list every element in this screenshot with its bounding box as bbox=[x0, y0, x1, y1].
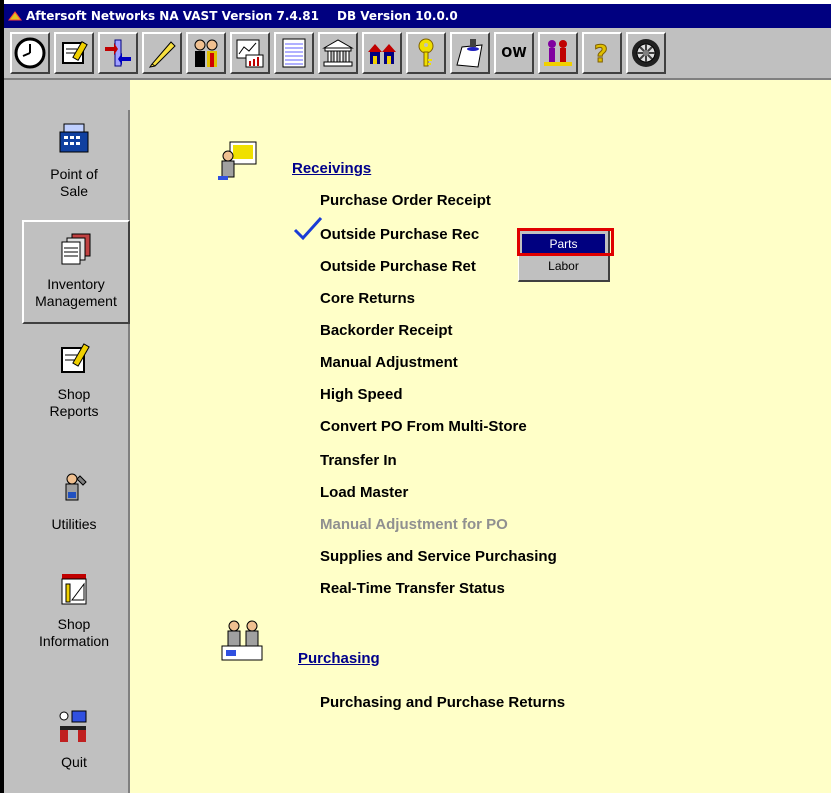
ow-label: OW bbox=[501, 45, 527, 61]
sidebar-label-line2: Information bbox=[38, 633, 110, 649]
app-title: Aftersoft Networks NA VAST Version 7.4.8… bbox=[26, 9, 319, 23]
mechanic-tools-icon bbox=[65, 473, 87, 501]
key-icon bbox=[418, 38, 434, 67]
menu-purchase-order-receipt[interactable]: Purchase Order Receipt bbox=[320, 192, 491, 209]
menu-manual-adjustment-for-po: Manual Adjustment for PO bbox=[320, 516, 508, 533]
people-group-icon bbox=[194, 39, 218, 67]
exit-door-icon bbox=[59, 710, 87, 742]
reports-button[interactable] bbox=[230, 32, 270, 74]
edit-button[interactable] bbox=[142, 32, 182, 74]
sidebar-item-utilities[interactable]: Utilities bbox=[20, 472, 128, 533]
sidebar-item-shop-reports[interactable]: Shop Reports bbox=[20, 342, 128, 420]
report-chart-icon bbox=[236, 39, 264, 68]
menu-outside-purchase-receipt[interactable]: Outside Purchase Rec bbox=[320, 226, 479, 243]
purchasing-section-title[interactable]: Purchasing bbox=[298, 650, 380, 667]
app-icon bbox=[8, 11, 22, 21]
sidebar-label-line2: Management bbox=[35, 293, 117, 309]
menu-core-returns[interactable]: Core Returns bbox=[320, 290, 415, 307]
ow-button[interactable]: OW bbox=[494, 32, 534, 74]
menu-real-time-transfer-status[interactable]: Real-Time Transfer Status bbox=[320, 580, 505, 597]
notepad-pencil-icon bbox=[61, 343, 90, 373]
menu-load-master[interactable]: Load Master bbox=[320, 484, 408, 501]
vast-window: Aftersoft Networks NA VAST Version 7.4.8… bbox=[0, 0, 831, 793]
sidebar-label-line1: Quit bbox=[61, 754, 87, 770]
clock-icon bbox=[14, 37, 46, 69]
security-button[interactable] bbox=[406, 32, 446, 74]
sidebar-item-inventory-management[interactable]: Inventory Management bbox=[22, 220, 130, 324]
menu-convert-po-multi-store[interactable]: Convert PO From Multi-Store bbox=[320, 418, 527, 435]
menu-outside-purchase-returns[interactable]: Outside Purchase Ret bbox=[320, 258, 476, 275]
sidebar-label-line1: Inventory bbox=[47, 276, 105, 292]
help-button[interactable]: ? bbox=[582, 32, 622, 74]
notes-button[interactable] bbox=[54, 32, 94, 74]
notepad-pencil-icon bbox=[62, 41, 88, 64]
menu-supplies-service-purchasing[interactable]: Supplies and Service Purchasing bbox=[320, 548, 557, 565]
highlight-box bbox=[517, 228, 614, 256]
sidebar-label-line2: Sale bbox=[59, 183, 89, 199]
receivings-icon bbox=[218, 141, 257, 180]
ledger-page-icon bbox=[282, 38, 306, 68]
cash-register-icon bbox=[59, 123, 89, 153]
calendar-ruler-icon bbox=[61, 574, 87, 605]
sidebar-item-point-of-sale[interactable]: Point of Sale bbox=[20, 122, 128, 200]
clock-button[interactable] bbox=[10, 32, 50, 74]
menu-high-speed[interactable]: High Speed bbox=[320, 386, 403, 403]
purchasing-icon bbox=[221, 620, 263, 661]
sidebar-label-line1: Utilities bbox=[51, 516, 97, 532]
checkmark-icon bbox=[293, 216, 323, 241]
toolbar: OW ? bbox=[4, 28, 831, 80]
customers-button[interactable] bbox=[538, 32, 578, 74]
inventory-documents-icon bbox=[61, 233, 91, 265]
menu-backorder-receipt[interactable]: Backorder Receipt bbox=[320, 322, 453, 339]
sidebar-item-shop-information[interactable]: Shop Information bbox=[20, 572, 128, 650]
employees-button[interactable] bbox=[186, 32, 226, 74]
pencil-icon bbox=[148, 41, 176, 68]
menu-transfer-in[interactable]: Transfer In bbox=[320, 452, 397, 469]
ledger-button[interactable] bbox=[274, 32, 314, 74]
receivings-section-title[interactable]: Receivings bbox=[292, 160, 371, 177]
menu-purchasing-purchase-returns[interactable]: Purchasing and Purchase Returns bbox=[320, 694, 565, 711]
houses-icon bbox=[368, 44, 396, 64]
tires-button[interactable] bbox=[626, 32, 666, 74]
document-button[interactable] bbox=[450, 32, 490, 74]
document-stamp-icon bbox=[456, 39, 483, 68]
db-version: DB Version 10.0.0 bbox=[337, 9, 458, 23]
svg-text:?: ? bbox=[594, 40, 608, 68]
sidebar-item-quit[interactable]: Quit bbox=[20, 710, 128, 771]
title-bar[interactable]: Aftersoft Networks NA VAST Version 7.4.8… bbox=[4, 4, 831, 28]
stores-button[interactable] bbox=[362, 32, 402, 74]
sidebar: Point of Sale Inventory Management Shop … bbox=[4, 110, 130, 793]
help-question-icon: ? bbox=[594, 40, 609, 69]
sidebar-label-line2: Reports bbox=[49, 403, 99, 419]
popup-item-labor[interactable]: Labor bbox=[522, 256, 605, 276]
people-chart-icon bbox=[544, 40, 572, 66]
sidebar-label-line1: Shop bbox=[57, 616, 91, 632]
bank-button[interactable] bbox=[318, 32, 358, 74]
sidebar-label-line1: Shop bbox=[57, 386, 91, 402]
menu-manual-adjustment[interactable]: Manual Adjustment bbox=[320, 354, 458, 371]
tire-wheel-icon bbox=[632, 39, 660, 67]
arrows-transfer-icon bbox=[105, 39, 131, 67]
transfer-button[interactable] bbox=[98, 32, 138, 74]
sidebar-label-line1: Point of bbox=[50, 166, 98, 182]
main-content: Receivings Purchase Order Receipt Outsid… bbox=[130, 80, 831, 793]
bank-icon bbox=[322, 39, 354, 67]
